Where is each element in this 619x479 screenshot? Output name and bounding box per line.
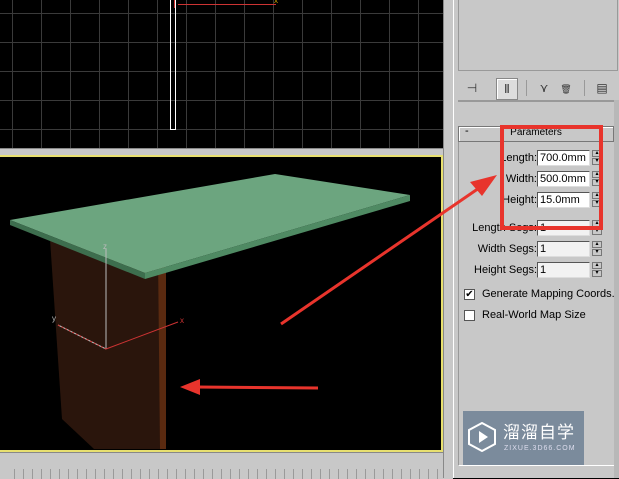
height-segs-spinner[interactable]: ▴ ▾ [592, 262, 602, 278]
highlight-box [500, 125, 603, 230]
gizmo-y-label: y [52, 314, 56, 323]
configure-sets-icon: ▤ [596, 81, 608, 95]
remove-modifier-icon: 🗑 [560, 84, 572, 94]
generate-mapping-coords-label: Generate Mapping Coords. [482, 288, 615, 300]
remove-modifier-button[interactable]: 🗑 [556, 78, 576, 98]
object-outline [170, 0, 176, 130]
spin-up-icon[interactable]: ▴ [592, 241, 602, 248]
pin-stack-button[interactable]: ⊣ [462, 78, 482, 98]
real-world-map-size-checkbox[interactable]: Real-World Map Size [464, 309, 618, 325]
make-unique-button[interactable]: ⋎ [534, 78, 554, 98]
width-segs-label: Width Segs: [477, 243, 537, 255]
x-axis-label: x [274, 0, 278, 5]
gizmo-z-label: z [103, 242, 107, 251]
show-end-result-button[interactable]: Ⅱ [496, 78, 518, 100]
generate-mapping-coords-checkbox[interactable]: ✔ Generate Mapping Coords. [464, 288, 618, 304]
command-panel: ⊣ Ⅱ ⋎ 🗑 ▤ - Parameters Length: 700.0mm ▴… [453, 0, 619, 478]
watermark-title: 溜溜自学 [503, 423, 575, 443]
panel-scrollbar[interactable] [614, 100, 619, 478]
configure-sets-button[interactable]: ▤ [592, 78, 612, 98]
watermark: 溜溜自学 ZIXUE.3D66.COM [463, 411, 584, 465]
spin-down-icon[interactable]: ▾ [592, 270, 602, 277]
modifier-stack-toolbar: ⊣ Ⅱ ⋎ 🗑 ▤ [458, 76, 618, 102]
watermark-url: ZIXUE.3D66.COM [504, 445, 576, 452]
modifier-stack-list[interactable] [458, 0, 618, 71]
axis-tick [174, 0, 175, 8]
play-logo-icon [468, 422, 496, 452]
width-segs-param: Width Segs: 1 ▴ ▾ [454, 241, 619, 259]
checkbox-checked-icon[interactable]: ✔ [464, 289, 475, 300]
scene-canvas: z x y [10, 174, 410, 449]
spin-down-icon[interactable]: ▾ [592, 249, 602, 256]
perspective-viewport[interactable]: z x y [0, 155, 443, 452]
time-slider-bar[interactable] [0, 452, 453, 479]
height-segs-param: Height Segs: 1 ▴ ▾ [454, 262, 619, 280]
checkbox-unchecked-icon[interactable] [464, 310, 475, 321]
width-segs-field[interactable]: 1 [537, 241, 590, 257]
x-axis-line [178, 4, 276, 5]
width-segs-spinner[interactable]: ▴ ▾ [592, 241, 602, 257]
spin-up-icon[interactable]: ▴ [592, 262, 602, 269]
real-world-map-size-label: Real-World Map Size [482, 309, 586, 321]
toolbar-separator [526, 80, 527, 96]
gizmo-x-label: x [180, 316, 184, 325]
make-unique-icon: ⋎ [539, 81, 549, 95]
height-segs-field[interactable]: 1 [537, 262, 590, 278]
height-segs-label: Height Segs: [474, 264, 537, 276]
toolbar-separator [584, 80, 585, 96]
pin-icon: ⊣ [466, 81, 478, 95]
modifier-stack-icon: Ⅱ [504, 82, 510, 96]
top-viewport[interactable]: x [0, 0, 443, 148]
